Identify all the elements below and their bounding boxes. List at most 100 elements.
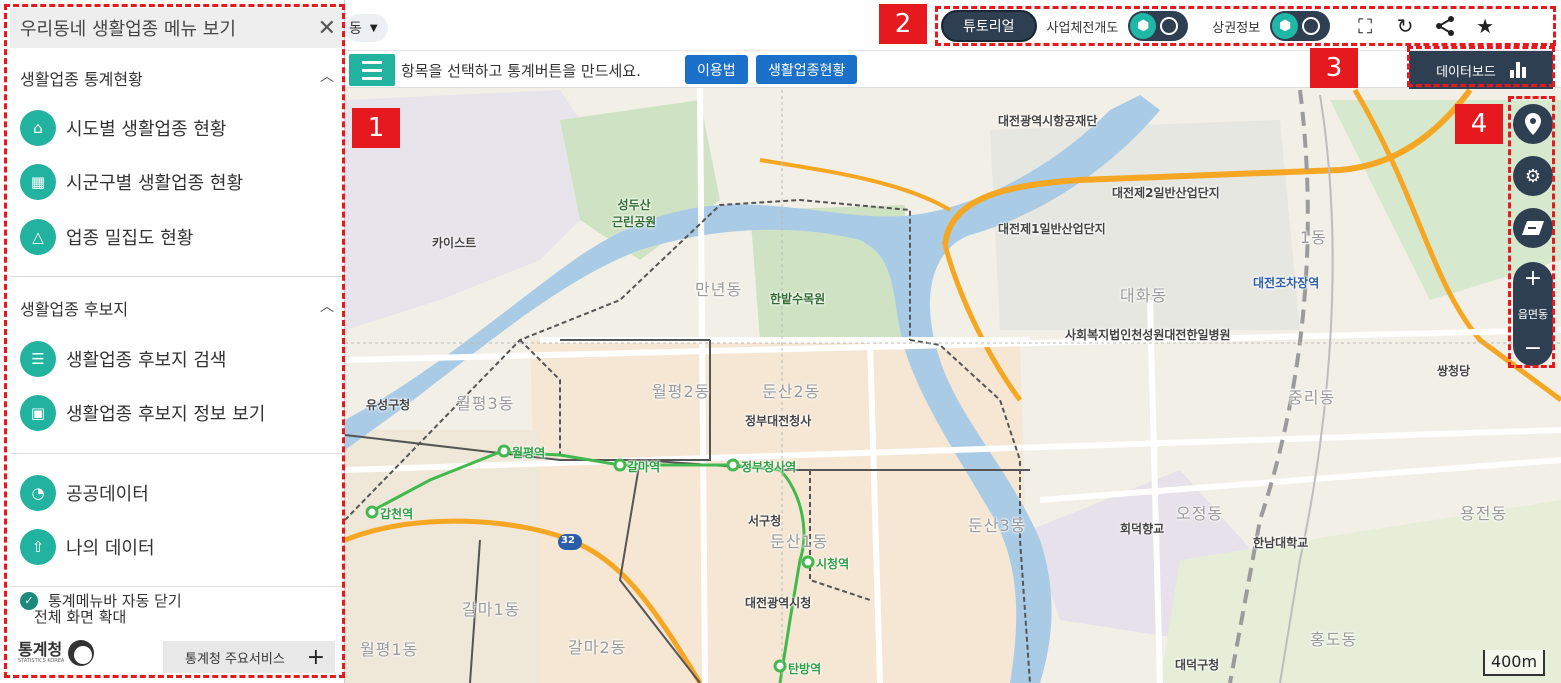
- map-label: 대전제1일반산업단지: [998, 222, 1106, 236]
- map-label: 정부대전청사: [745, 414, 812, 428]
- business-map-toggle[interactable]: ⬢: [1128, 11, 1189, 41]
- density-icon: △: [20, 219, 56, 255]
- region-select-label: 동: [349, 21, 362, 37]
- divider: [10, 276, 342, 277]
- annotation-badge-1: 1: [352, 108, 400, 148]
- pie-chart-icon: ◔: [20, 475, 56, 511]
- map-label-dong: 갈마1동: [462, 600, 521, 619]
- star-icon[interactable]: ★: [1470, 11, 1500, 41]
- side-panel-title: 우리동네 생활업종 메뉴 보기: [20, 19, 236, 40]
- map-label: 대전광역시항공재단: [998, 114, 1098, 128]
- map-label: 대전광역시청: [745, 596, 812, 610]
- cube-icon: ⬢: [1130, 13, 1157, 39]
- menu-item-label: 시도별 생활업종 현황: [66, 119, 227, 140]
- menu-item-candidate-info[interactable]: ▣ 생활업종 후보지 정보 보기: [20, 395, 265, 431]
- bar-chart-icon: [1509, 62, 1526, 78]
- map-label: 회덕향교: [1120, 522, 1165, 536]
- chevron-up-icon[interactable]: ︿: [320, 296, 334, 316]
- market-info-toggle[interactable]: ⬢: [1270, 11, 1331, 41]
- close-icon[interactable]: ✕: [318, 16, 336, 41]
- map-label: 한밭수목원: [770, 292, 826, 306]
- circle-icon: [1160, 17, 1179, 35]
- annotation-badge-2: 2: [879, 4, 927, 44]
- map-label-dong: 둔산2동: [762, 382, 821, 401]
- map-label: 쌍청당: [1437, 364, 1471, 378]
- side-panel: 우리동네 생활업종 메뉴 보기 ✕ 생활업종 통계현황 ︿ ⌂ 시도별 생활업종…: [0, 0, 345, 683]
- dashboard-button-label: 데이터보드: [1436, 64, 1496, 80]
- map-label-station: 시청역: [816, 557, 850, 571]
- stat-bar: 항목을 선택하고 통계버튼을 만드세요. 이용법 생활업종현황 데이터보드: [345, 50, 1561, 89]
- refresh-icon[interactable]: ↻: [1390, 11, 1420, 41]
- tutorial-button[interactable]: 튜토리얼: [941, 10, 1037, 42]
- map-label-dong: 1동: [1300, 228, 1327, 247]
- menu-item-label: 생활업종 후보지 검색: [66, 350, 227, 371]
- annotation-badge-4: 4: [1455, 104, 1503, 144]
- main-service-button[interactable]: 통계청 주요서비스 +: [163, 641, 335, 673]
- map-label-station: 정부청사역: [741, 460, 797, 474]
- map-label-dong: 둔산1동: [770, 532, 829, 551]
- chevron-down-icon: ▼: [369, 22, 378, 34]
- location-pin-button[interactable]: [1513, 104, 1553, 144]
- statistics-korea-logo: 통계청 STATISTICS KOREA: [18, 640, 95, 666]
- map-label: 대전조차장역: [1253, 276, 1320, 290]
- info-board-icon: ▣: [20, 395, 56, 431]
- hamburger-icon: [362, 60, 382, 64]
- map-label: 사회복지법인천성원대전한일병원: [1065, 328, 1231, 342]
- business-map-label: 사업체전개도: [1046, 20, 1119, 36]
- zoom-in-button[interactable]: +: [1524, 268, 1542, 290]
- map-label: 카이스트: [432, 236, 477, 250]
- location-pin-icon: [1525, 113, 1541, 135]
- fullscreen-link[interactable]: 전체 화면 확대: [34, 606, 126, 627]
- menu-item-label: 시군구별 생활업종 현황: [66, 173, 244, 194]
- menu-item-label: 공공데이터: [66, 484, 149, 505]
- annotation-badge-3: 3: [1310, 48, 1358, 88]
- plus-icon: +: [306, 644, 325, 670]
- map-label-dong: 용전동: [1460, 504, 1508, 523]
- menu-item-public-data[interactable]: ◔ 공공데이터: [20, 475, 149, 511]
- scale-bar: 400m: [1483, 650, 1545, 676]
- circle-icon: [1302, 17, 1321, 35]
- dashboard-button[interactable]: 데이터보드: [1409, 51, 1553, 89]
- chevron-up-icon[interactable]: ︿: [320, 66, 334, 86]
- map-label-dong: 월평3동: [456, 394, 515, 413]
- fullscreen-icon[interactable]: ⛶: [1350, 11, 1380, 41]
- menu-toggle-button[interactable]: [349, 54, 395, 86]
- menu-item-sigungu[interactable]: ▦ 시군구별 생활업종 현황: [20, 164, 243, 200]
- settings-button[interactable]: ⚙: [1513, 156, 1553, 196]
- route-shield: 32: [561, 535, 575, 546]
- market-info-label: 상권정보: [1212, 20, 1261, 36]
- gear-icon: ⚙: [1524, 165, 1542, 187]
- menu-item-label: 생활업종 후보지 정보 보기: [66, 404, 266, 425]
- section-title: 생활업종 후보지: [20, 300, 129, 319]
- upload-icon: ⇧: [20, 529, 56, 565]
- menu-item-candidate-search[interactable]: ☰ 생활업종 후보지 검색: [20, 341, 226, 377]
- map-label: 유성구청: [366, 398, 411, 412]
- zoom-level-label: 읍면동: [1517, 308, 1549, 321]
- stat-hint: 항목을 선택하고 통계버튼을 만드세요.: [401, 62, 641, 80]
- map-icon: ⌂: [20, 110, 56, 146]
- map-label-station: 갑천역: [380, 507, 414, 521]
- layer-button[interactable]: [1513, 208, 1553, 248]
- zoom-out-button[interactable]: −: [1524, 338, 1542, 360]
- map-label-station: 탄방역: [788, 662, 822, 676]
- menu-item-my-data[interactable]: ⇧ 나의 데이터: [20, 529, 155, 565]
- cube-icon: ⬢: [1272, 13, 1299, 39]
- usage-button[interactable]: 이용법: [685, 55, 748, 84]
- menu-item-density[interactable]: △ 업종 밀집도 현황: [20, 219, 193, 255]
- region-select[interactable]: 동 ▼: [345, 14, 388, 42]
- map-label-station: 월평역: [512, 446, 546, 460]
- map-label-dong: 월평1동: [360, 640, 419, 659]
- zoom-control: + 읍면동 −: [1513, 262, 1553, 366]
- section-title: 생활업종 통계현황: [20, 70, 143, 89]
- map-label-dong: 홍도동: [1310, 630, 1358, 649]
- share-icon[interactable]: [1430, 11, 1460, 41]
- menu-item-sido[interactable]: ⌂ 시도별 생활업종 현황: [20, 110, 226, 146]
- status-button[interactable]: 생활업종현황: [756, 55, 858, 84]
- map-label: 대덕구청: [1175, 658, 1220, 672]
- map-label: 대전제2일반산업단지: [1112, 186, 1220, 200]
- app-root: 대전광역시항공재단 대전제2일반산업단지 대전제1일반산업단지 카이스트 성두산…: [0, 0, 1561, 683]
- divider: [10, 586, 342, 587]
- logo-subtext: STATISTICS KOREA: [18, 658, 65, 664]
- logo-emblem-icon: [68, 640, 95, 666]
- buildings-icon: ▦: [20, 164, 56, 200]
